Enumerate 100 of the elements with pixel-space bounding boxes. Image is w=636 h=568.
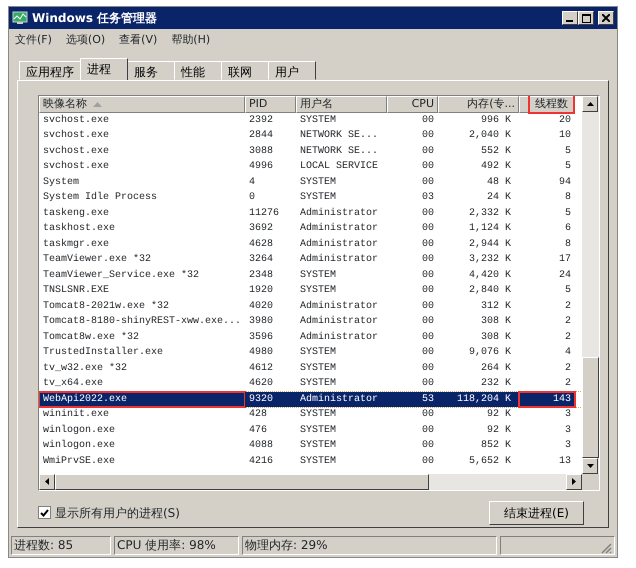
tab[interactable]: 联网: [221, 60, 269, 80]
table-cell-text: 94: [558, 176, 572, 190]
table-row[interactable]: Tomcat8w.exe *32 3596 Administrator 00 308 K 2: [39, 330, 582, 345]
table-cell-text: 00: [420, 439, 435, 453]
table-cell-text: 3692: [248, 222, 274, 236]
table-cell-text: 6: [564, 222, 572, 236]
column-header[interactable]: 内存(专...: [438, 96, 519, 112]
up-arrow-icon: [586, 102, 594, 106]
table-cell-text: 2,840 K: [468, 284, 512, 298]
table-row[interactable]: svchost.exe 4996 LOCAL SERVICE 00 492 K 5: [39, 159, 582, 174]
table-row[interactable]: svchost.exe 2392 SYSTEM 00 996 K 20: [39, 112, 582, 128]
tab[interactable]: 进程: [80, 58, 128, 80]
table-cell-text: 00: [420, 346, 435, 360]
column-header[interactable]: PID: [245, 96, 296, 112]
table-row[interactable]: TNSLSNR.EXE 1920 SYSTEM 00 2,840 K 5: [39, 283, 582, 298]
table-cell-text: 00: [420, 315, 435, 329]
table-cell-text: svchost.exe: [42, 128, 110, 143]
table-cell-text: 17: [558, 253, 572, 267]
status-text: 物理内存: 29%: [242, 536, 497, 555]
table-cell-text: 3088: [248, 144, 274, 158]
close-button[interactable]: [598, 11, 614, 25]
table-cell-text: 2: [564, 315, 572, 329]
tab[interactable]: 用户: [268, 60, 316, 80]
table-cell-text: 5: [564, 284, 572, 298]
table-cell: WebApi2022.exe: [39, 392, 245, 407]
table-cell-text: SYSTEM: [299, 377, 338, 391]
table-cell-text: Administrator: [299, 222, 380, 236]
table-cell-text: 0: [248, 191, 256, 205]
maximize-icon: [582, 14, 590, 22]
column-header[interactable]: 线程数: [519, 96, 575, 112]
column-header[interactable]: 映像名称: [39, 96, 245, 112]
table-row[interactable]: svchost.exe 3088 NETWORK SE... 00 552 K 5: [39, 144, 582, 159]
table-cell-text: winlogon.exe: [42, 438, 116, 453]
window-title: Windows 任务管理器: [32, 10, 158, 27]
end-process-button[interactable]: 结束进程(E): [489, 500, 584, 524]
table-cell-text: 00: [420, 253, 435, 267]
tab[interactable]: 应用程序: [19, 60, 81, 80]
table-row[interactable]: TeamViewer_Service.exe *32 2348 SYSTEM 00 4,420 K 24: [39, 268, 582, 283]
table-cell-text: winlogon.exe: [42, 424, 116, 438]
column-header[interactable]: CPU: [387, 96, 438, 112]
checkbox[interactable]: [38, 506, 51, 519]
scroll-left-button[interactable]: [39, 474, 55, 490]
table-cell-text: 5: [564, 206, 572, 220]
menu-item[interactable]: 查看(V): [119, 32, 158, 48]
table-cell-text: SYSTEM: [299, 268, 338, 282]
table-row[interactable]: wininit.exe 428 SYSTEM 00 92 K 3: [39, 407, 582, 422]
tab[interactable]: 服务: [127, 60, 175, 80]
table-cell-text: SYSTEM: [299, 346, 338, 360]
table-cell-text: 1920: [248, 284, 274, 298]
table-row[interactable]: winlogon.exe 4088 SYSTEM 00 852 K 3: [39, 438, 582, 454]
menu-item[interactable]: 文件(F): [15, 32, 52, 48]
table-cell-text: 3: [564, 408, 572, 422]
table-row[interactable]: System Idle Process 0 SYSTEM 03 24 K 8: [39, 190, 582, 206]
table-cell: 118,204 K: [438, 392, 519, 407]
table-cell-text: 00: [420, 377, 435, 391]
table-row[interactable]: tv_w32.exe *32 4612 SYSTEM 00 264 K 2: [39, 360, 582, 376]
table-row[interactable]: svchost.exe 2844 NETWORK SE... 00 2,040 K 10: [39, 128, 582, 144]
left-arrow-icon: [45, 478, 49, 485]
table-cell-text: Administrator: [299, 314, 380, 329]
table-row[interactable]: taskhost.exe 3692 Administrator 00 1,124 K 6: [39, 221, 582, 236]
table-row[interactable]: System 4 SYSTEM 00 48 K 94: [39, 174, 582, 190]
minimize-button[interactable]: [562, 11, 578, 25]
table-cell-text: 00: [420, 408, 435, 422]
menu-item[interactable]: 选项(O): [66, 32, 106, 48]
tab[interactable]: 性能: [174, 60, 222, 80]
table-cell-text: Administrator: [299, 238, 380, 252]
table-cell-text: 4: [248, 176, 256, 190]
table-cell-text: 312 K: [480, 300, 512, 314]
horizontal-scrollbar[interactable]: [39, 474, 582, 490]
table-row[interactable]: Tomcat8-8180-shinyREST-xww.exe... 3980 Administrator 00 308 K 2: [39, 314, 582, 330]
table-row[interactable]: taskeng.exe 11276 Administrator 00 2,332 K 5: [39, 206, 582, 221]
table-cell-text: 00: [420, 144, 435, 158]
table-cell-text: 4: [564, 346, 572, 360]
table-row[interactable]: winlogon.exe 476 SYSTEM 00 92 K 3: [39, 422, 582, 438]
table-cell-text: 00: [420, 362, 435, 376]
vertical-scrollbar[interactable]: [582, 96, 599, 474]
table-cell-text: 3264: [248, 253, 274, 267]
table-row[interactable]: taskmgr.exe 4628 Administrator 00 2,944 K 8: [39, 236, 582, 252]
table-row[interactable]: TrustedInstaller.exe 4980 SYSTEM 00 9,076 K 4: [39, 345, 582, 360]
table-row[interactable]: Tomcat8-2021w.exe *32 4020 Administrator 00 312 K 2: [39, 298, 582, 314]
scroll-thumb[interactable]: [582, 357, 599, 458]
table-row[interactable]: WmiPrvSE.exe 4216 SYSTEM 00 5,652 K 13: [39, 454, 582, 469]
table-cell-text: 00: [420, 330, 435, 344]
column-header[interactable]: 用户名: [296, 96, 387, 112]
table-cell-text: 5,652 K: [468, 454, 512, 468]
table-row[interactable]: WebApi2022.exe 9320 Administrator 53 118,204 K 143: [39, 392, 582, 407]
table-row[interactable]: tv_x64.exe 4620 SYSTEM 00 232 K 2: [39, 376, 582, 392]
table-cell-text: svchost.exe: [42, 114, 110, 128]
table-row[interactable]: TeamViewer.exe *32 3264 Administrator 00 3,232 K 17: [39, 252, 582, 268]
table-cell-text: 00: [420, 284, 435, 298]
table-cell-text: 00: [420, 268, 435, 282]
scroll-down-button[interactable]: [582, 458, 598, 474]
maximize-button[interactable]: [578, 11, 594, 25]
table-cell-text: 4612: [248, 362, 274, 376]
table-cell-text: Tomcat8w.exe *32: [42, 330, 140, 344]
scroll-up-button[interactable]: [582, 96, 598, 112]
scroll-thumb[interactable]: [55, 474, 429, 490]
scroll-right-button[interactable]: [566, 474, 582, 490]
table-cell-text: tv_w32.exe *32: [42, 362, 128, 376]
menu-item[interactable]: 帮助(H): [171, 32, 210, 48]
